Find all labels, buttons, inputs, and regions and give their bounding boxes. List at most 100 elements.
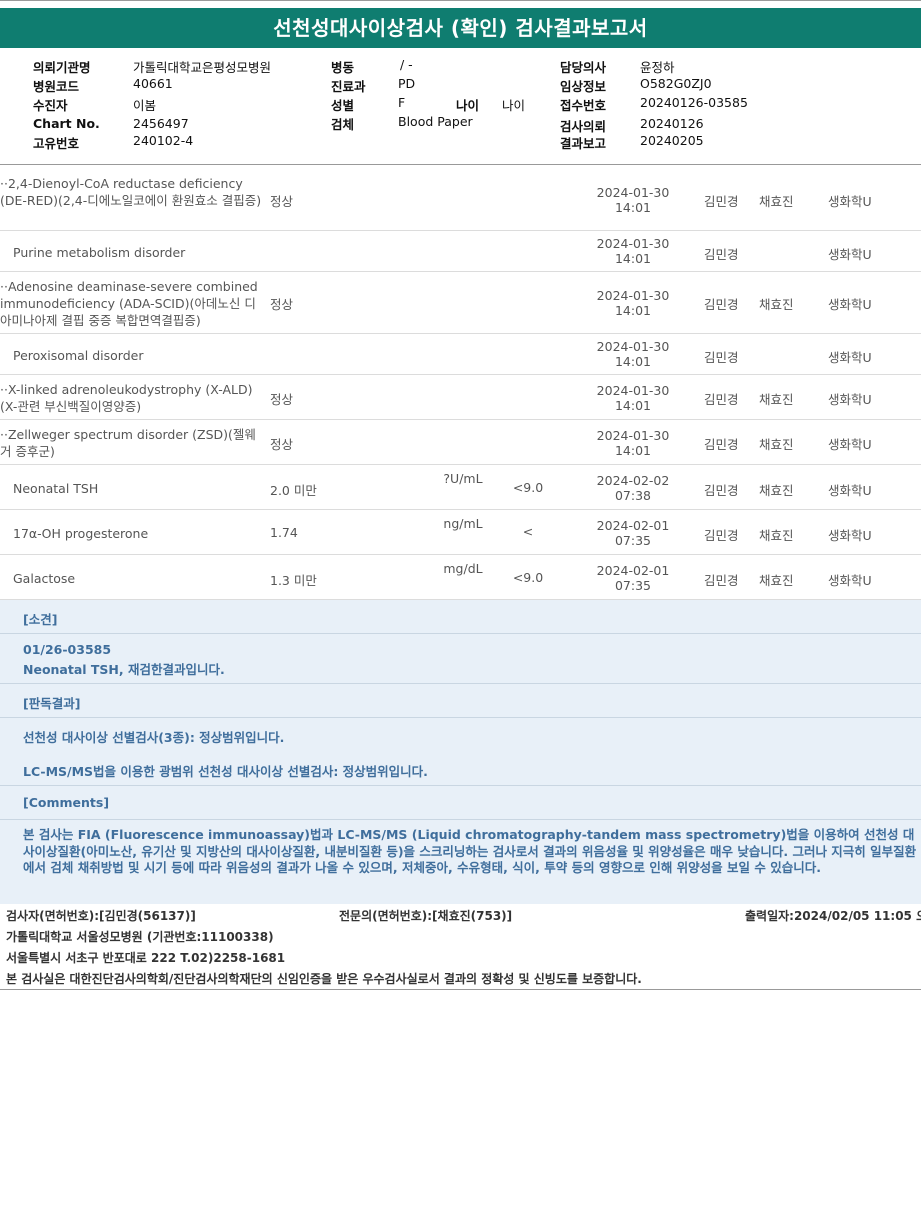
- confirmer: 채효진: [759, 573, 794, 588]
- test-name: ··2,4-Dienoyl-CoA reductase deficiency (…: [0, 176, 262, 208]
- test-name: 17α-OH progesterone: [13, 526, 149, 541]
- patient-label: 수진자: [33, 98, 68, 113]
- hospital-code-value: 40661: [133, 76, 173, 91]
- header-divider: [0, 164, 921, 165]
- test-name: Neonatal TSH: [13, 481, 99, 496]
- confirmer: 채효진: [759, 437, 794, 452]
- technician: 김민경: [704, 573, 739, 588]
- chart-label: Chart No.: [33, 116, 100, 131]
- dept-value: PD: [398, 76, 416, 91]
- test-name: Galactose: [13, 571, 76, 586]
- test-name: Purine metabolism disorder: [13, 245, 186, 260]
- technician: 김민경: [704, 297, 739, 312]
- specimen-label: 검체: [331, 117, 355, 132]
- interpretation-line-1: 선천성 대사이상 선별검사(3종): 정상범위입니다.: [23, 730, 285, 745]
- technician: 김민경: [704, 437, 739, 452]
- receipt-value: 20240126-03585: [640, 95, 748, 110]
- test-unit: ng/mL: [443, 516, 483, 531]
- report-title: 선천성대사이상검사 (확인) 검사결과보고서: [0, 8, 921, 48]
- table-row: ··2,4-Dienoyl-CoA reductase deficiency (…: [0, 170, 921, 231]
- confirmer: 채효진: [759, 194, 794, 209]
- results-table: ··2,4-Dienoyl-CoA reductase deficiency (…: [0, 170, 921, 600]
- report-value: 20240205: [640, 133, 704, 148]
- findings-line-2: Neonatal TSH, 재검한결과입니다.: [23, 662, 225, 677]
- test-name: ··Adenosine deaminase-severe combined im…: [0, 279, 258, 328]
- chart-value: 2456497: [133, 116, 189, 131]
- table-row: ··Zellweger spectrum disorder (ZSD)(젤웨거 …: [0, 420, 921, 465]
- comments-body-row: 본 검사는 FIA (Fluorescence immunoassay)법과 L…: [0, 820, 921, 904]
- table-row: ··X-linked adrenoleukodystrophy (X-ALD)(…: [0, 375, 921, 420]
- technician: 김민경: [704, 528, 739, 543]
- table-row: ··Adenosine deaminase-severe combined im…: [0, 272, 921, 334]
- test-unit: mg/dL: [443, 561, 483, 576]
- sex-value: F: [398, 95, 406, 110]
- interpretation-body-row: 선천성 대사이상 선별검사(3종): 정상범위입니다. LC-MS/MS법을 이…: [0, 718, 921, 786]
- page-top-border: [0, 0, 921, 4]
- specialist-info: 전문의(면허번호):[채효진(753)]: [339, 909, 513, 923]
- interpretation-line-2: LC-MS/MS법을 이용한 광범위 선천성 대사이상 선별검사: 정상범위입니…: [23, 764, 428, 779]
- age-label: 나이: [456, 98, 480, 113]
- findings-body-row: 01/26-03585 Neonatal TSH, 재검한결과입니다.: [0, 634, 921, 684]
- table-row: Galactose 1.3 미만 mg/dL <9.0 2024-02-01 07…: [0, 555, 921, 600]
- table-row: Peroxisomal disorder 2024-01-30 14:01 김민경…: [0, 334, 921, 375]
- page-bottom-border: [0, 989, 921, 990]
- confirmer: 채효진: [759, 392, 794, 407]
- doctor-label: 담당의사: [560, 60, 607, 75]
- department: 생화학U: [828, 573, 872, 588]
- department: 생화학U: [828, 350, 872, 365]
- confirmer: 채효진: [759, 528, 794, 543]
- comments-heading: [Comments]: [23, 795, 110, 810]
- clinical-label: 임상정보: [560, 79, 607, 94]
- notes-section: [소견] 01/26-03585 Neonatal TSH, 재검한결과입니다.…: [0, 600, 921, 904]
- test-value: 정상: [270, 194, 294, 209]
- test-datetime: 2024-02-01 07:35: [596, 563, 670, 593]
- comments-text: 본 검사는 FIA (Fluorescence immunoassay)법과 L…: [23, 827, 917, 875]
- ward-value: / -: [400, 57, 413, 72]
- report-label: 결과보고: [560, 136, 607, 151]
- table-row: 17α-OH progesterone 1.74 ng/mL < 2024-02…: [0, 510, 921, 555]
- interpretation-heading: [판독결과]: [23, 696, 81, 711]
- clinical-value: O582G0ZJ0: [640, 76, 712, 91]
- test-datetime: 2024-02-01 07:35: [596, 518, 670, 548]
- test-value: 2.0 미만: [270, 483, 317, 498]
- findings-heading-row: [소견]: [0, 600, 921, 634]
- test-value: 정상: [270, 392, 294, 407]
- department: 생화학U: [828, 247, 872, 262]
- dept-label: 진료과: [331, 79, 366, 94]
- findings-heading: [소견]: [23, 612, 58, 627]
- confirmer: 채효진: [759, 483, 794, 498]
- test-name: Peroxisomal disorder: [13, 348, 144, 363]
- test-datetime: 2024-01-30 14:01: [596, 185, 670, 215]
- unique-label: 고유번호: [33, 136, 80, 151]
- examiner-info: 검사자(면허번호):[김민경(56137)]: [6, 909, 196, 923]
- findings-line-1: 01/26-03585: [23, 642, 112, 657]
- unique-value: 240102-4: [133, 133, 194, 148]
- technician: 김민경: [704, 247, 739, 262]
- receipt-label: 접수번호: [560, 98, 607, 113]
- sex-label: 성별: [331, 98, 355, 113]
- hospital-info: 가톨릭대학교 서울성모병원 (기관번호:11100338): [6, 930, 274, 944]
- doctor-value: 윤정하: [640, 60, 675, 75]
- test-datetime: 2024-01-30 14:01: [596, 383, 670, 413]
- print-date: 출력일자:2024/02/05 11:05 오전: [745, 909, 921, 923]
- test-value: 정상: [270, 437, 294, 452]
- technician: 김민경: [704, 392, 739, 407]
- test-name: ··X-linked adrenoleukodystrophy (X-ALD)(…: [0, 382, 253, 414]
- comments-heading-row: [Comments]: [0, 786, 921, 820]
- institution-label: 의뢰기관명: [33, 60, 91, 75]
- department: 생화학U: [828, 194, 872, 209]
- table-row: Neonatal TSH 2.0 미만 ?U/mL <9.0 2024-02-0…: [0, 465, 921, 510]
- reference-range: <9.0: [512, 480, 544, 495]
- department: 생화학U: [828, 297, 872, 312]
- reference-range: <: [522, 524, 534, 539]
- test-value: 1.3 미만: [270, 573, 317, 588]
- hospital-address: 서울특별시 서초구 반포대로 222 T.02)2258-1681: [6, 951, 286, 965]
- test-unit: ?U/mL: [443, 471, 483, 486]
- test-datetime: 2024-01-30 14:01: [596, 339, 670, 369]
- confirmer: 채효진: [759, 297, 794, 312]
- technician: 김민경: [704, 350, 739, 365]
- test-datetime: 2024-02-02 07:38: [596, 473, 670, 503]
- hospital-code-label: 병원코드: [33, 79, 80, 94]
- test-datetime: 2024-01-30 14:01: [596, 288, 670, 318]
- reference-range: <9.0: [512, 570, 544, 585]
